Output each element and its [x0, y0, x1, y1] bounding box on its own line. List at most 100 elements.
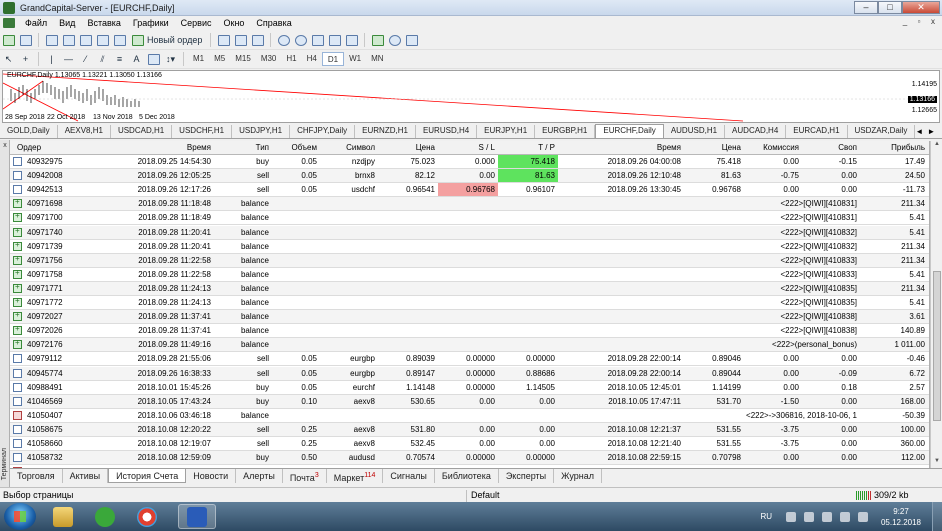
col-order[interactable]: Ордер — [14, 141, 110, 154]
minimize-button[interactable]: – — [854, 1, 878, 14]
table-row[interactable]: 41058660 2018.10.08 12:19:07 sell 0.25 aexv8… — [10, 437, 929, 451]
zoom-in-button[interactable] — [276, 33, 291, 48]
trendline-button[interactable]: ⁄ — [78, 52, 93, 67]
chart-restore-button[interactable]: ▫ — [913, 17, 925, 28]
data-window-button[interactable] — [61, 33, 76, 48]
channel-button[interactable]: ⫽ — [95, 52, 110, 67]
chart-tab-chfjpy[interactable]: CHFJPY,Daily — [290, 125, 356, 138]
table-row[interactable]: 40942513 2018.09.26 12:17:26 sell 0.05 usdch… — [10, 183, 929, 198]
zoom-out-button[interactable] — [293, 33, 308, 48]
timeframe-h4[interactable]: H4 — [302, 52, 322, 66]
table-row[interactable]: 40971756 2018.09.28 11:22:58 balance 211.34… — [10, 253, 929, 268]
timeframe-d1[interactable]: D1 — [321, 52, 345, 66]
chart-window-icon[interactable] — [3, 18, 15, 28]
chart-tab-eurchf[interactable]: EURCHF,Daily — [595, 124, 664, 138]
navigator-button[interactable] — [78, 33, 93, 48]
table-row[interactable]: 40942008 2018.09.26 12:05:25 sell 0.05 brnx8… — [10, 169, 929, 184]
start-button[interactable] — [4, 503, 36, 530]
menu-file[interactable]: Файл — [19, 18, 53, 28]
tab-news[interactable]: Новости — [186, 469, 237, 483]
chart-tab-usdcad[interactable]: USDCAD,H1 — [111, 125, 173, 138]
table-row[interactable]: 40972176 2018.09.28 11:49:16 balance 1 011.… — [10, 338, 929, 353]
tab-exposure[interactable]: Активы — [63, 469, 109, 483]
col-volume[interactable]: Объем — [272, 141, 320, 154]
table-row[interactable]: 40971740 2018.09.28 11:20:41 balance 5.41 <2… — [10, 225, 929, 240]
chart-tab-usdjpy[interactable]: USDJPY,H1 — [232, 125, 291, 138]
table-row[interactable]: 40971700 2018.09.28 11:18:49 balance 5.41 <2… — [10, 211, 929, 226]
table-row[interactable]: 40971698 2018.09.28 11:18:48 balance 211.34… — [10, 197, 929, 212]
tab-account-history[interactable]: История Счета — [108, 469, 187, 483]
table-row[interactable]: 40971771 2018.09.28 11:24:13 balance 211.34… — [10, 281, 929, 296]
chart-tab-eurnzd[interactable]: EURNZD,H1 — [355, 125, 416, 138]
menu-tools[interactable]: Сервис — [175, 18, 218, 28]
profiles-button[interactable] — [18, 33, 33, 48]
timeframe-m1[interactable]: M1 — [188, 52, 209, 66]
vertical-line-button[interactable]: | — [44, 52, 59, 67]
col-sl[interactable]: S / L — [438, 141, 498, 154]
col-tp[interactable]: T / P — [498, 141, 558, 154]
table-row[interactable]: 41058675 2018.10.08 12:20:22 sell 0.25 aexv8… — [10, 422, 929, 437]
scroll-up-icon[interactable]: ▲ — [931, 141, 942, 151]
menu-view[interactable]: Вид — [53, 18, 81, 28]
col-price[interactable]: Цена — [378, 141, 438, 154]
cursor-button[interactable]: ↖ — [1, 52, 16, 67]
col-type[interactable]: Тип — [214, 141, 272, 154]
bar-chart-button[interactable] — [216, 33, 231, 48]
arrows-button[interactable]: ↕▾ — [163, 52, 178, 67]
menu-help[interactable]: Справка — [250, 18, 297, 28]
close-button[interactable]: ✕ — [902, 1, 940, 14]
table-row[interactable]: 41058732 2018.10.08 12:59:09 buy 0.50 audusd… — [10, 451, 929, 466]
taskbar-word[interactable] — [178, 504, 216, 529]
tab-library[interactable]: Библиотека — [435, 469, 499, 483]
new-order-button[interactable]: Новый ордер — [129, 33, 205, 48]
indicators-button[interactable] — [370, 33, 385, 48]
col-close-price[interactable]: Цена — [684, 141, 744, 154]
table-row[interactable]: 40972026 2018.09.28 11:37:41 balance 140.89… — [10, 324, 929, 339]
timeframe-mn[interactable]: MN — [366, 52, 388, 66]
menu-insert[interactable]: Вставка — [81, 18, 126, 28]
tray-app-icon[interactable] — [822, 511, 832, 522]
menu-charts[interactable]: Графики — [127, 18, 175, 28]
table-row[interactable]: 40972027 2018.09.28 11:37:41 balance 3.61 <2… — [10, 310, 929, 325]
chart-tab-eurgbp[interactable]: EURGBP,H1 — [535, 125, 596, 138]
crosshair-button[interactable]: + — [18, 52, 33, 67]
table-row[interactable]: 40979112 2018.09.28 21:55:06 sell 0.05 eurgb… — [10, 352, 929, 367]
col-symbol[interactable]: Символ — [320, 141, 378, 154]
table-row[interactable]: 40971739 2018.09.28 11:20:41 balance 211.34… — [10, 240, 929, 254]
chart-close-button[interactable]: x — [927, 17, 939, 28]
candlestick-button[interactable] — [233, 33, 248, 48]
col-commission[interactable]: Комиссия — [744, 141, 802, 154]
show-desktop-button[interactable] — [932, 502, 942, 531]
tray-flag-icon[interactable] — [804, 511, 814, 522]
tab-mailbox[interactable]: Почта3 — [283, 469, 327, 483]
chart-tab-gold[interactable]: GOLD,Daily — [0, 125, 58, 138]
chart-tab-usdzar[interactable]: USDZAR,Daily — [848, 125, 916, 138]
tab-alerts[interactable]: Алерты — [236, 469, 283, 483]
terminal-close-icon[interactable]: x — [1, 142, 9, 150]
horizontal-line-button[interactable]: — — [61, 52, 76, 67]
timeframe-w1[interactable]: W1 — [344, 52, 366, 66]
chart-shift-button[interactable] — [344, 33, 359, 48]
tab-scroll-left-icon[interactable]: ◄ — [915, 126, 923, 138]
table-row[interactable]: 40971772 2018.09.28 11:24:13 balance 5.41 <2… — [10, 296, 929, 310]
volume-icon[interactable] — [858, 511, 868, 522]
taskbar-explorer[interactable] — [44, 504, 82, 529]
line-chart-button[interactable] — [250, 33, 265, 48]
periods-button[interactable] — [387, 33, 402, 48]
chart-tab-audusd[interactable]: AUDUSD,H1 — [664, 125, 726, 138]
timeframe-m5[interactable]: M5 — [209, 52, 230, 66]
col-close-time[interactable]: Время — [558, 141, 684, 154]
strategy-tester-button[interactable] — [112, 33, 127, 48]
table-row[interactable]: 40988491 2018.10.01 15:45:26 buy 0.05 eurchf… — [10, 381, 929, 395]
taskbar-app-lifebuoy[interactable] — [128, 504, 166, 529]
timeframe-m30[interactable]: M30 — [256, 52, 282, 66]
text-button[interactable]: A — [129, 52, 144, 67]
tab-journal[interactable]: Журнал — [554, 469, 602, 483]
clock[interactable]: 9:27 05.12.2018 — [876, 506, 926, 528]
market-watch-button[interactable] — [44, 33, 59, 48]
tab-scroll-right-icon[interactable]: ► — [927, 126, 935, 138]
col-time[interactable]: Время — [110, 141, 214, 154]
language-indicator[interactable]: RU — [760, 512, 772, 521]
chart-tab-eurusd[interactable]: EURUSD,H4 — [416, 125, 478, 138]
tab-market[interactable]: Маркет114 — [327, 469, 384, 483]
